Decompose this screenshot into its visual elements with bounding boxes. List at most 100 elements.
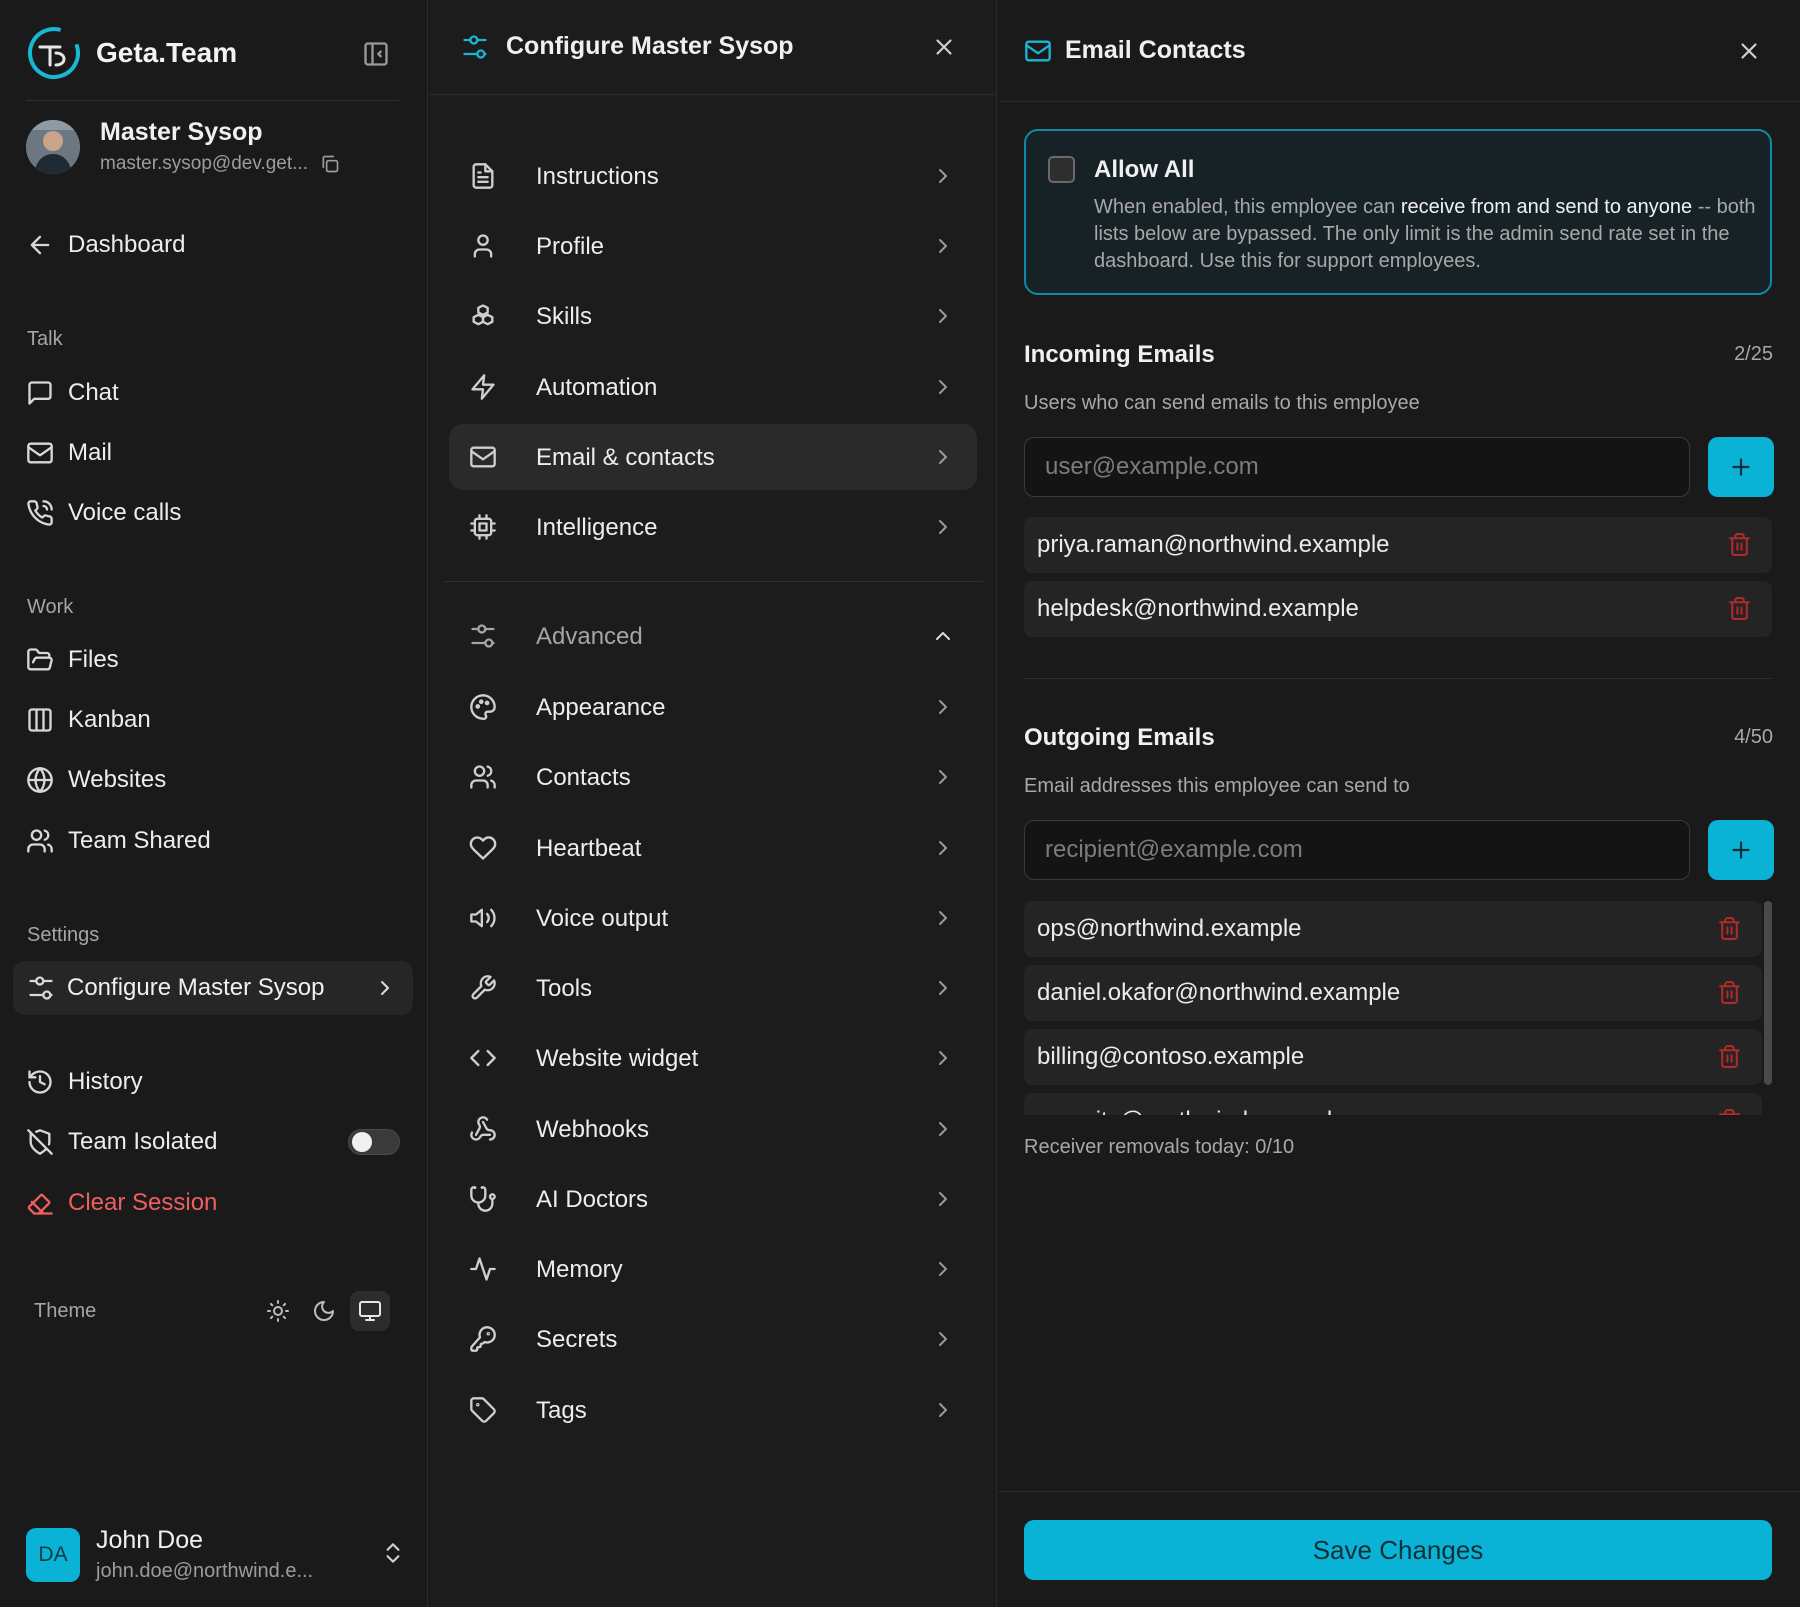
sidebar-item-team-shared[interactable]: Team Shared bbox=[26, 821, 211, 861]
add-outgoing-button[interactable] bbox=[1708, 820, 1774, 880]
chevron-right-icon bbox=[939, 1262, 947, 1276]
account-menu[interactable]: DA John Doe john.doe@northwind.e... bbox=[26, 1526, 406, 1583]
sidebar-collapse-icon[interactable] bbox=[362, 40, 390, 68]
close-icon[interactable] bbox=[931, 34, 957, 60]
moon-icon bbox=[314, 1301, 334, 1321]
back-to-dashboard[interactable]: Dashboard bbox=[26, 225, 185, 265]
sidebar-item-label: Websites bbox=[68, 766, 167, 793]
sidebar-item-history[interactable]: History bbox=[26, 1062, 143, 1102]
receiver-removals-status: Receiver removals today: 0/10 bbox=[1024, 1136, 1295, 1158]
palette-icon bbox=[470, 694, 496, 720]
sidebar-item-mail[interactable]: Mail bbox=[26, 433, 112, 473]
monitor-icon bbox=[359, 1301, 381, 1321]
add-incoming-button[interactable] bbox=[1708, 437, 1774, 497]
sidebar-item-voice-calls[interactable]: Voice calls bbox=[26, 493, 181, 533]
incoming-email-input[interactable] bbox=[1024, 437, 1690, 497]
config-item-label: Profile bbox=[536, 233, 605, 260]
config-item-voice-output[interactable]: Voice output bbox=[449, 885, 977, 951]
config-item-tools[interactable]: Tools bbox=[449, 955, 977, 1021]
config-item-label: Voice output bbox=[536, 905, 669, 932]
config-item-label: Contacts bbox=[536, 764, 631, 791]
allow-all-card[interactable]: Allow All When enabled, this employee ca… bbox=[1024, 129, 1772, 295]
trash-icon[interactable] bbox=[1717, 1044, 1742, 1069]
footer-divider bbox=[998, 1491, 1800, 1492]
employee-name: Master Sysop bbox=[100, 118, 263, 146]
config-item-website-widget[interactable]: Website widget bbox=[449, 1025, 977, 1091]
geta-team-logo bbox=[28, 27, 80, 79]
employee-avatar bbox=[26, 119, 80, 174]
config-item-label: Automation bbox=[536, 374, 658, 401]
config-item-profile[interactable]: Profile bbox=[449, 213, 977, 279]
trash-icon[interactable] bbox=[1717, 1108, 1742, 1115]
sidebar-divider bbox=[26, 100, 399, 101]
sidebar-item-label: Chat bbox=[68, 379, 119, 406]
sidebar-item-clear-session[interactable]: Clear Session bbox=[26, 1183, 217, 1223]
email-address: security@northwind.example bbox=[1037, 1107, 1346, 1115]
sidebar-item-label: History bbox=[68, 1068, 143, 1095]
outgoing-email-input[interactable] bbox=[1024, 820, 1690, 880]
theme-system-button[interactable] bbox=[350, 1291, 390, 1331]
heart-icon bbox=[469, 836, 497, 860]
config-item-intelligence[interactable]: Intelligence bbox=[449, 494, 977, 560]
theme-dark-button[interactable] bbox=[304, 1291, 344, 1331]
config-item-tags[interactable]: Tags bbox=[449, 1377, 977, 1443]
sidebar-item-label: Mail bbox=[68, 439, 113, 466]
configure-panel: Configure Master Sysop Instructions Prof… bbox=[429, 0, 997, 1607]
config-item-memory[interactable]: Memory bbox=[449, 1236, 977, 1302]
code-icon bbox=[470, 1049, 496, 1067]
config-item-label: Memory bbox=[536, 1256, 623, 1283]
employee-card[interactable]: Master Sysop master.sysop@dev.get... bbox=[26, 118, 340, 175]
zap-icon bbox=[471, 374, 495, 400]
config-item-instructions[interactable]: Instructions bbox=[449, 143, 977, 209]
sidebar-item-chat[interactable]: Chat bbox=[26, 373, 119, 413]
account-avatar: DA bbox=[26, 1527, 80, 1582]
trash-icon[interactable] bbox=[1717, 980, 1742, 1005]
config-item-webhooks[interactable]: Webhooks bbox=[449, 1096, 977, 1162]
brand[interactable]: Geta.Team bbox=[26, 25, 237, 81]
dashboard-label: Dashboard bbox=[68, 231, 186, 258]
config-item-label: Tools bbox=[536, 975, 593, 1002]
config-item-automation[interactable]: Automation bbox=[449, 354, 977, 420]
sidebar-item-label: Files bbox=[68, 646, 119, 673]
theme-light-button[interactable] bbox=[258, 1291, 298, 1331]
sidebar-item-label: Team Isolated bbox=[68, 1128, 218, 1155]
outgoing-list-scrollbar[interactable] bbox=[1764, 901, 1772, 1085]
sidebar-item-kanban[interactable]: Kanban bbox=[26, 700, 151, 740]
config-item-contacts[interactable]: Contacts bbox=[449, 744, 977, 810]
trash-icon[interactable] bbox=[1727, 532, 1752, 557]
chevron-up-icon bbox=[936, 632, 950, 640]
chevron-right-icon bbox=[939, 700, 947, 714]
sidebar-item-files[interactable]: Files bbox=[26, 640, 119, 680]
close-icon[interactable] bbox=[1736, 38, 1762, 64]
save-changes-button[interactable]: Save Changes bbox=[1024, 1520, 1772, 1580]
team-isolated-toggle[interactable] bbox=[348, 1129, 400, 1155]
outgoing-email-list[interactable]: ops@northwind.example daniel.okafor@nort… bbox=[1024, 901, 1772, 1115]
config-advanced-toggle[interactable]: Advanced bbox=[449, 603, 977, 669]
chevron-right-icon bbox=[939, 841, 947, 855]
config-item-email-contacts[interactable]: Email & contacts bbox=[449, 424, 977, 490]
config-item-label: Instructions bbox=[536, 163, 659, 190]
volume-icon bbox=[470, 908, 496, 928]
copy-icon[interactable] bbox=[320, 154, 340, 174]
trash-icon[interactable] bbox=[1727, 596, 1752, 621]
sidebar-item-label: Team Shared bbox=[68, 827, 211, 854]
sidebar-item-websites[interactable]: Websites bbox=[26, 760, 166, 800]
incoming-email-row: priya.raman@northwind.example bbox=[1024, 517, 1772, 573]
plus-icon bbox=[1732, 458, 1750, 476]
config-item-heartbeat[interactable]: Heartbeat bbox=[449, 815, 977, 881]
sun-icon bbox=[267, 1300, 289, 1322]
employee-email: master.sysop@dev.get... bbox=[100, 153, 308, 174]
config-item-appearance[interactable]: Appearance bbox=[449, 674, 977, 740]
config-divider bbox=[443, 581, 983, 582]
allow-all-checkbox[interactable] bbox=[1048, 156, 1075, 183]
trash-icon[interactable] bbox=[1717, 916, 1742, 941]
tag-icon bbox=[470, 1397, 496, 1423]
sidebar-item-label: Configure Master Sysop bbox=[67, 974, 325, 1001]
chevron-right-icon bbox=[939, 450, 947, 464]
config-item-secrets[interactable]: Secrets bbox=[449, 1306, 977, 1372]
outgoing-email-row: ops@northwind.example bbox=[1024, 901, 1762, 957]
config-advanced-label: Advanced bbox=[536, 623, 643, 650]
sidebar-item-configure[interactable]: Configure Master Sysop bbox=[13, 961, 413, 1015]
config-item-skills[interactable]: Skills bbox=[449, 283, 977, 349]
config-item-ai-doctors[interactable]: AI Doctors bbox=[449, 1166, 977, 1232]
